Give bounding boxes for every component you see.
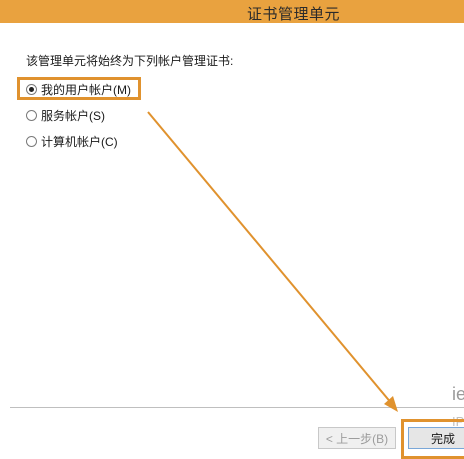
arrow-line [147, 111, 393, 405]
annotation-arrow [147, 111, 398, 412]
